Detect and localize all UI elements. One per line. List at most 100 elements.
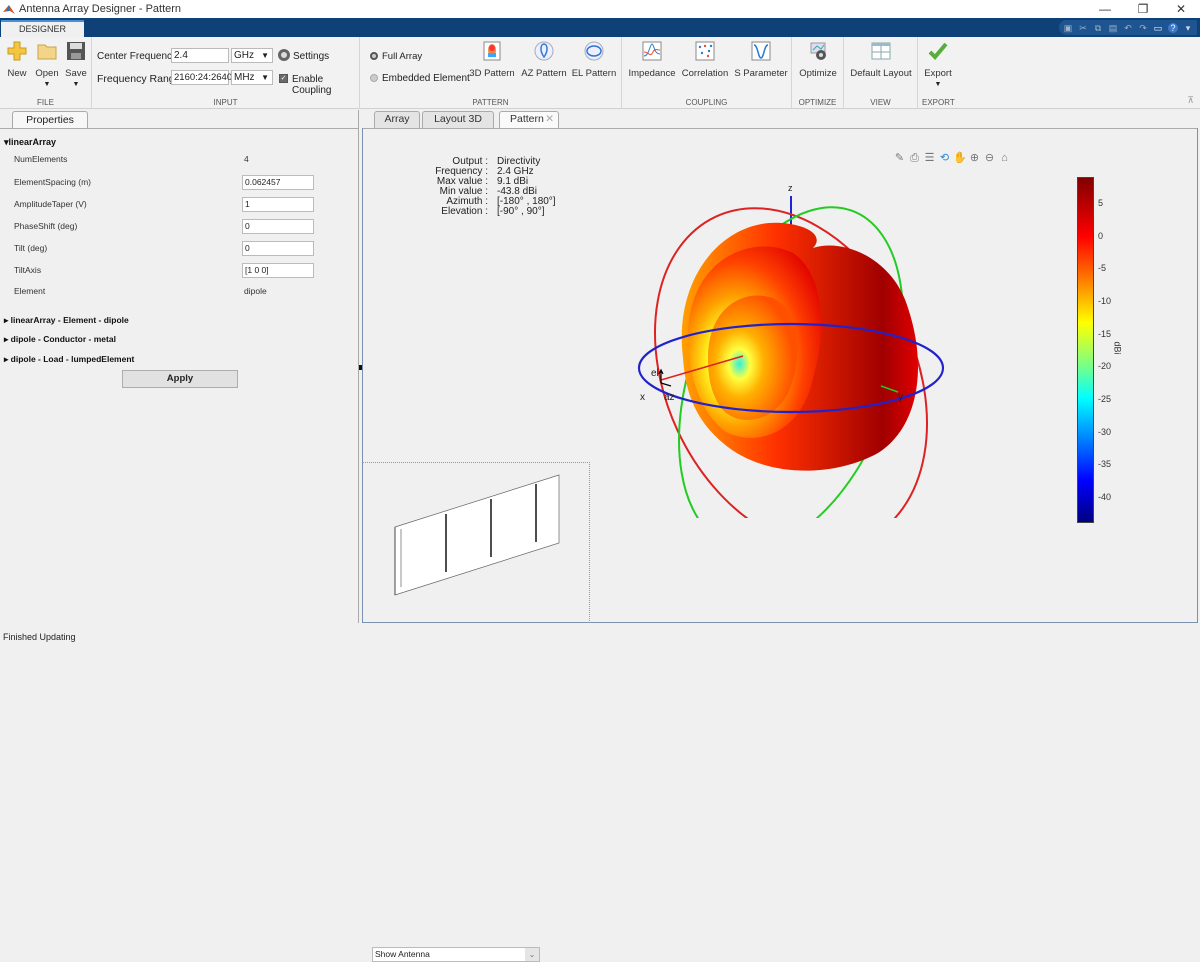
status-bar: Finished Updating	[0, 623, 1200, 645]
paste-icon[interactable]: ▤	[1108, 23, 1118, 33]
title-bar: Antenna Array Designer - Pattern — ❐ ✕	[0, 0, 1200, 18]
settings-gear-icon[interactable]	[278, 49, 290, 61]
layout-icon[interactable]: ▭	[1153, 23, 1163, 33]
center-frequency-unit-select[interactable]: GHz ▼	[231, 48, 273, 63]
center-frequency-label: Center Frequency	[97, 51, 178, 62]
new-button[interactable]: New	[5, 40, 29, 79]
show-antenna-select[interactable]: Show Antenna ⌄	[372, 947, 540, 962]
settings-button[interactable]: Settings	[293, 51, 329, 62]
pattern-group-label: PATTERN	[472, 98, 509, 107]
legend-icon[interactable]: ☰	[923, 152, 936, 165]
embedded-element-label: Embedded Element	[382, 73, 470, 84]
rotate-icon[interactable]: ⟲	[938, 152, 951, 165]
enable-coupling-checkbox[interactable]: ✓	[279, 74, 288, 83]
impedance-button[interactable]: Impedance	[626, 40, 678, 79]
brush-icon[interactable]: ✎	[893, 152, 906, 165]
amplitude-taper-input[interactable]: 1	[242, 197, 314, 212]
colorbar-tick-label: -5	[1098, 263, 1107, 274]
section-element-dipole[interactable]: ▸ linearArray - Element - dipole	[4, 315, 129, 326]
save-button[interactable]: Save ▼	[64, 40, 88, 88]
export-label: Export	[924, 68, 952, 79]
minimize-button[interactable]: —	[1086, 0, 1124, 18]
tab-divider	[0, 128, 358, 129]
tab-properties[interactable]: Properties	[12, 111, 88, 128]
axes-toolbar: ✎ ⎙ ☰ ⟲ ✋ ⊕ ⊖ ⌂	[893, 152, 1011, 165]
embedded-element-radio[interactable]	[370, 74, 378, 82]
tab-designer[interactable]: DESIGNER	[1, 20, 84, 37]
az-pattern-label: AZ Pattern	[521, 68, 567, 79]
section-conductor-metal[interactable]: ▸ dipole - Conductor - metal	[4, 334, 116, 345]
redo-icon[interactable]: ↷	[1138, 23, 1148, 33]
optimize-button[interactable]: Optimize	[796, 40, 840, 79]
correlation-button[interactable]: Correlation	[680, 40, 730, 79]
tab-pattern[interactable]: Pattern ✕	[499, 111, 559, 129]
frequency-range-input[interactable]: 2160:24:2640	[171, 70, 232, 85]
copy-icon[interactable]: ⧉	[1093, 23, 1103, 33]
window-title: Antenna Array Designer - Pattern	[19, 3, 182, 15]
3d-pattern-label: 3D Pattern	[469, 68, 515, 79]
3d-pattern-button[interactable]: 3D Pattern	[468, 40, 516, 79]
print-icon[interactable]: ⎙	[908, 152, 921, 165]
colorbar-tick-label: 5	[1098, 197, 1104, 208]
frequency-range-unit-select[interactable]: MHz ▼	[231, 70, 273, 85]
phase-shift-input[interactable]: 0	[242, 219, 314, 234]
chevron-down-icon[interactable]: ▼	[64, 81, 88, 88]
colorbar-tick-label: -40	[1098, 492, 1112, 503]
restore-button[interactable]: ❐	[1124, 0, 1162, 18]
folder-icon	[37, 44, 57, 60]
close-tab-icon[interactable]: ✕	[545, 112, 554, 127]
tab-pattern-label: Pattern	[510, 113, 544, 125]
impedance-label: Impedance	[628, 68, 676, 79]
properties-pane: Properties ▾linearArray NumElements 4 El…	[0, 110, 359, 623]
s-parameter-button[interactable]: S Parameter	[734, 40, 788, 79]
section-title: linearArray - Element - dipole	[10, 315, 129, 325]
save-icon[interactable]: ▣	[1063, 23, 1073, 33]
collapse-ribbon-icon[interactable]: ⊼	[1187, 95, 1194, 106]
num-elements-value: 4	[244, 154, 249, 164]
el-pattern-icon	[584, 41, 604, 61]
element-spacing-input[interactable]: 0.062457	[242, 175, 314, 190]
zoom-in-icon[interactable]: ⊕	[968, 152, 981, 165]
open-button[interactable]: Open ▼	[34, 40, 60, 88]
optimize-group: Optimize OPTIMIZE	[792, 37, 844, 109]
home-icon[interactable]: ⌂	[998, 152, 1011, 165]
default-layout-label: Default Layout	[850, 68, 912, 79]
collapsed-triangle-icon: ▸	[4, 315, 11, 325]
s-parameter-label: S Parameter	[734, 68, 788, 79]
cut-icon[interactable]: ✂	[1078, 23, 1088, 33]
optimize-label: Optimize	[799, 68, 837, 79]
tab-layout-3d[interactable]: Layout 3D	[422, 111, 494, 128]
tab-array[interactable]: Array	[374, 111, 420, 128]
pan-icon[interactable]: ✋	[953, 152, 967, 165]
chevron-down-icon[interactable]: ▼	[920, 81, 956, 88]
colorbar-tick-label: -10	[1098, 295, 1112, 306]
export-button[interactable]: Export ▼	[920, 40, 956, 88]
chevron-down-icon: ▼	[261, 73, 269, 82]
input-group-label: INPUT	[213, 98, 238, 107]
collapsed-triangle-icon: ▸	[4, 334, 11, 344]
apply-button[interactable]: Apply	[122, 370, 238, 388]
default-layout-button[interactable]: Default Layout	[848, 40, 914, 79]
tilt-axis-input[interactable]: [1 0 0]	[242, 263, 314, 278]
tilt-input[interactable]: 0	[242, 241, 314, 256]
el-pattern-label: EL Pattern	[571, 68, 617, 79]
section-linear-array[interactable]: ▾linearArray	[4, 137, 56, 148]
options-icon[interactable]: ▾	[1183, 23, 1193, 33]
zoom-out-icon[interactable]: ⊖	[983, 152, 996, 165]
undo-icon[interactable]: ↶	[1123, 23, 1133, 33]
new-label: New	[7, 68, 27, 79]
colorbar	[1077, 177, 1094, 523]
section-load-lumped-element[interactable]: ▸ dipole - Load - lumpedElement	[4, 354, 134, 365]
az-pattern-button[interactable]: AZ Pattern	[520, 40, 568, 79]
help-icon[interactable]: ?	[1168, 22, 1178, 33]
el-label: el	[651, 368, 659, 379]
close-button[interactable]: ✕	[1162, 0, 1200, 18]
export-group: Export ▼ EXPORT ⊼	[918, 37, 1200, 109]
document-pane: Array Layout 3D Pattern ✕ Output : Directi…	[362, 110, 1198, 962]
chevron-down-icon[interactable]: ▼	[34, 81, 60, 88]
el-pattern-button[interactable]: EL Pattern	[570, 40, 618, 79]
3d-radiation-pattern-plot[interactable]: z x y el az	[613, 178, 953, 518]
center-frequency-input[interactable]: 2.4	[171, 48, 229, 63]
view-group: Default Layout VIEW	[844, 37, 918, 109]
full-array-radio[interactable]	[370, 52, 378, 60]
